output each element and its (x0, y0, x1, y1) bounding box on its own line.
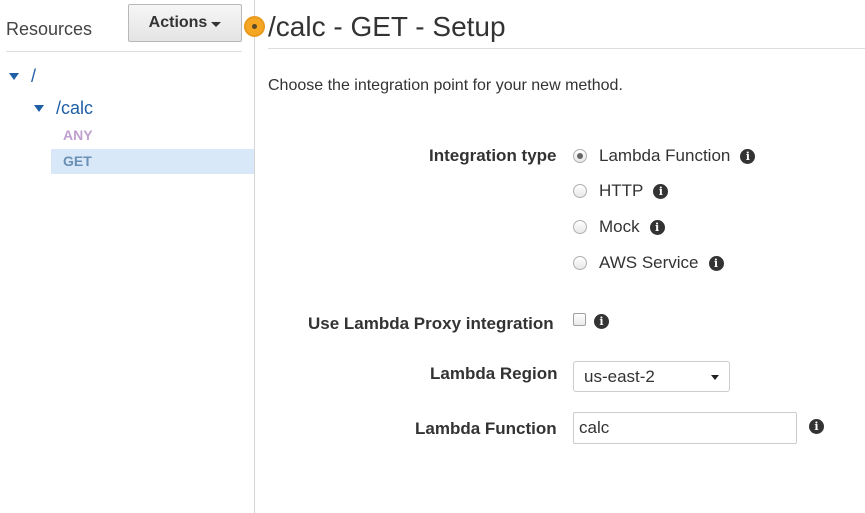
lambda-function-input[interactable] (573, 412, 797, 444)
radio-label[interactable]: Mock (599, 217, 640, 237)
proxy-integration-checkbox[interactable] (573, 313, 586, 326)
radio-label[interactable]: HTTP (599, 181, 643, 201)
radio-aws-service[interactable]: AWS Service i (573, 253, 724, 273)
radio-label[interactable]: AWS Service (599, 253, 699, 273)
info-icon[interactable]: i (809, 419, 824, 434)
tree-item-root-label[interactable]: / (31, 66, 36, 87)
radio-lambda-function[interactable]: Lambda Function i (573, 146, 756, 166)
radio-http[interactable]: HTTP i (573, 181, 669, 201)
method-get-selected[interactable]: GET (51, 149, 254, 174)
resources-header: Resources Actions (6, 4, 242, 52)
info-icon[interactable]: i (653, 183, 669, 199)
triangle-down-icon[interactable] (9, 73, 19, 80)
info-icon[interactable]: i (740, 148, 756, 164)
caret-down-icon (211, 21, 222, 27)
info-icon[interactable]: i (708, 255, 724, 271)
radio-mock[interactable]: Mock i (573, 217, 665, 237)
radio-button[interactable] (573, 149, 587, 163)
lambda-region-value: us-east-2 (584, 367, 655, 386)
lambda-region-select[interactable]: us-east-2 (573, 361, 730, 392)
tree-item-calc[interactable]: /calc (34, 98, 93, 119)
actions-label: Actions (148, 14, 208, 31)
intro-text: Choose the integration point for your ne… (268, 77, 623, 94)
method-get-label[interactable]: GET (63, 153, 92, 169)
radio-button[interactable] (573, 220, 587, 234)
title-divider (268, 48, 865, 49)
proxy-integration-label: Use Lambda Proxy integration (308, 314, 554, 333)
radio-button[interactable] (573, 256, 587, 270)
triangle-down-icon[interactable] (34, 105, 44, 112)
method-any[interactable]: ANY (63, 127, 93, 143)
lambda-region-label: Lambda Region (430, 364, 558, 383)
resources-panel: Resources Actions / /calc ANY GET (0, 0, 255, 513)
radio-button[interactable] (573, 184, 587, 198)
actions-button[interactable]: Actions (128, 4, 242, 42)
lambda-function-label: Lambda Function (415, 419, 557, 438)
tree-item-calc-label[interactable]: /calc (56, 98, 93, 119)
info-icon[interactable]: i (649, 219, 665, 235)
resources-title: Resources (6, 19, 93, 39)
integration-type-label: Integration type (429, 146, 557, 165)
chevron-down-icon (711, 375, 719, 380)
page-title: /calc - GET - Setup (268, 11, 506, 42)
panel-resize-handle[interactable] (244, 16, 265, 37)
info-icon[interactable]: i (594, 314, 609, 329)
tree-item-root[interactable]: / (9, 66, 36, 87)
radio-label[interactable]: Lambda Function (599, 146, 730, 166)
